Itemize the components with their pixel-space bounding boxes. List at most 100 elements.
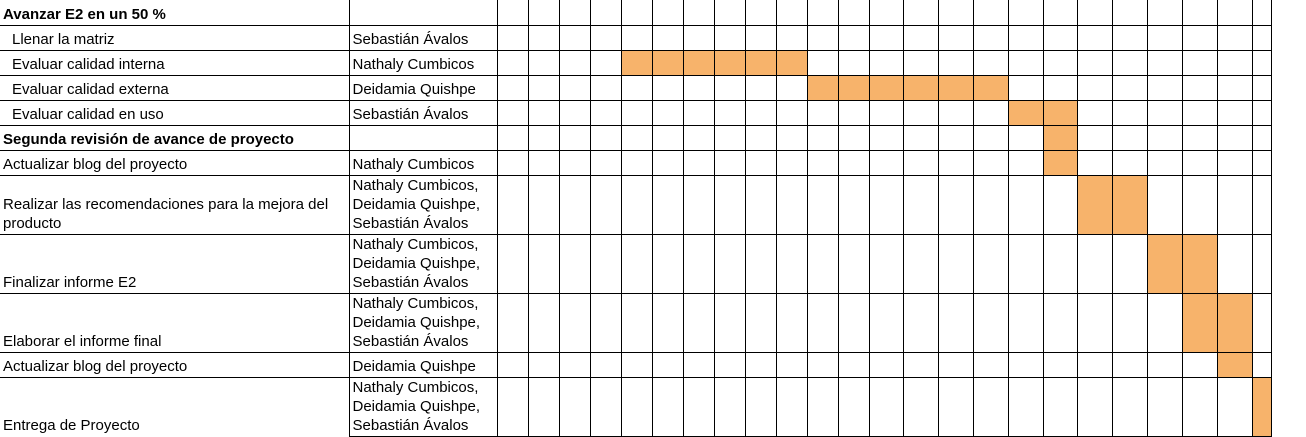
gantt-day-cell[interactable] bbox=[527, 149, 560, 176]
gantt-day-cell[interactable] bbox=[1076, 99, 1113, 126]
gantt-day-cell[interactable] bbox=[972, 0, 1009, 26]
responsible-cell[interactable]: Sebastián Ávalos bbox=[348, 99, 498, 126]
gantt-day-cell[interactable] bbox=[1181, 174, 1218, 235]
gantt-day-cell[interactable] bbox=[744, 0, 777, 26]
gantt-bar-cell[interactable] bbox=[902, 74, 939, 101]
gantt-day-cell[interactable] bbox=[1251, 174, 1272, 235]
gantt-day-cell[interactable] bbox=[1111, 351, 1148, 378]
gantt-day-cell[interactable] bbox=[713, 174, 746, 235]
gantt-day-cell[interactable] bbox=[806, 376, 839, 437]
gantt-day-cell[interactable] bbox=[868, 351, 904, 378]
gantt-day-cell[interactable] bbox=[1146, 99, 1183, 126]
gantt-day-cell[interactable] bbox=[558, 149, 591, 176]
gantt-day-cell[interactable] bbox=[1181, 376, 1218, 437]
gantt-day-cell[interactable] bbox=[682, 174, 715, 235]
gantt-day-cell[interactable] bbox=[496, 74, 529, 101]
gantt-bar-cell[interactable] bbox=[1007, 99, 1044, 126]
gantt-day-cell[interactable] bbox=[806, 149, 839, 176]
gantt-day-cell[interactable] bbox=[651, 99, 684, 126]
gantt-day-cell[interactable] bbox=[902, 376, 939, 437]
gantt-day-cell[interactable] bbox=[589, 292, 622, 353]
gantt-day-cell[interactable] bbox=[682, 233, 715, 294]
responsible-cell[interactable]: Deidamia Quishpe bbox=[348, 74, 498, 101]
gantt-day-cell[interactable] bbox=[1042, 174, 1078, 235]
gantt-day-cell[interactable] bbox=[1216, 74, 1253, 101]
gantt-day-cell[interactable] bbox=[620, 351, 653, 378]
gantt-day-cell[interactable] bbox=[1216, 174, 1253, 235]
gantt-day-cell[interactable] bbox=[651, 351, 684, 378]
task-name-cell[interactable]: Realizar las recomendaciones para la mej… bbox=[0, 174, 349, 234]
gantt-day-cell[interactable] bbox=[837, 49, 870, 76]
gantt-day-cell[interactable] bbox=[620, 99, 653, 126]
gantt-day-cell[interactable] bbox=[527, 49, 560, 76]
gantt-day-cell[interactable] bbox=[1111, 124, 1148, 151]
gantt-day-cell[interactable] bbox=[937, 149, 974, 176]
gantt-bar-cell[interactable] bbox=[1042, 99, 1078, 126]
gantt-day-cell[interactable] bbox=[744, 124, 777, 151]
gantt-day-cell[interactable] bbox=[937, 0, 974, 26]
gantt-day-cell[interactable] bbox=[837, 149, 870, 176]
gantt-day-cell[interactable] bbox=[496, 292, 529, 353]
gantt-day-cell[interactable] bbox=[1007, 0, 1044, 26]
gantt-day-cell[interactable] bbox=[1111, 376, 1148, 437]
gantt-bar-cell[interactable] bbox=[1076, 174, 1113, 235]
gantt-day-cell[interactable] bbox=[972, 49, 1009, 76]
gantt-bar-cell[interactable] bbox=[1042, 149, 1078, 176]
gantt-day-cell[interactable] bbox=[902, 149, 939, 176]
gantt-day-cell[interactable] bbox=[1251, 124, 1272, 151]
gantt-day-cell[interactable] bbox=[902, 174, 939, 235]
gantt-day-cell[interactable] bbox=[868, 99, 904, 126]
gantt-day-cell[interactable] bbox=[589, 99, 622, 126]
gantt-day-cell[interactable] bbox=[744, 376, 777, 437]
gantt-day-cell[interactable] bbox=[682, 99, 715, 126]
gantt-day-cell[interactable] bbox=[1216, 124, 1253, 151]
gantt-day-cell[interactable] bbox=[1146, 74, 1183, 101]
gantt-day-cell[interactable] bbox=[1251, 149, 1272, 176]
gantt-day-cell[interactable] bbox=[496, 149, 529, 176]
gantt-day-cell[interactable] bbox=[1007, 74, 1044, 101]
gantt-bar-cell[interactable] bbox=[1216, 292, 1253, 353]
gantt-day-cell[interactable] bbox=[682, 0, 715, 26]
responsible-cell[interactable]: Nathaly Cumbicos, Deidamia Quishpe, Sebast… bbox=[348, 376, 498, 437]
gantt-day-cell[interactable] bbox=[496, 99, 529, 126]
gantt-day-cell[interactable] bbox=[620, 24, 653, 51]
task-name-cell[interactable]: Actualizar blog del proyecto bbox=[0, 351, 349, 377]
gantt-day-cell[interactable] bbox=[651, 124, 684, 151]
gantt-day-cell[interactable] bbox=[1181, 74, 1218, 101]
gantt-day-cell[interactable] bbox=[972, 292, 1009, 353]
gantt-day-cell[interactable] bbox=[1146, 49, 1183, 76]
gantt-day-cell[interactable] bbox=[1146, 0, 1183, 26]
gantt-day-cell[interactable] bbox=[902, 233, 939, 294]
gantt-bar-cell[interactable] bbox=[1111, 174, 1148, 235]
gantt-day-cell[interactable] bbox=[713, 376, 746, 437]
gantt-day-cell[interactable] bbox=[937, 351, 974, 378]
gantt-day-cell[interactable] bbox=[1216, 376, 1253, 437]
gantt-day-cell[interactable] bbox=[496, 124, 529, 151]
gantt-day-cell[interactable] bbox=[620, 74, 653, 101]
gantt-day-cell[interactable] bbox=[972, 124, 1009, 151]
gantt-day-cell[interactable] bbox=[682, 24, 715, 51]
gantt-day-cell[interactable] bbox=[775, 149, 808, 176]
responsible-cell[interactable]: Nathaly Cumbicos, Deidamia Quishpe, Sebast… bbox=[348, 233, 498, 294]
gantt-day-cell[interactable] bbox=[775, 74, 808, 101]
gantt-day-cell[interactable] bbox=[1042, 24, 1078, 51]
gantt-bar-cell[interactable] bbox=[651, 49, 684, 76]
gantt-day-cell[interactable] bbox=[972, 351, 1009, 378]
responsible-cell[interactable]: Nathaly Cumbicos bbox=[348, 149, 498, 176]
gantt-day-cell[interactable] bbox=[1181, 24, 1218, 51]
gantt-day-cell[interactable] bbox=[1042, 0, 1078, 26]
gantt-day-cell[interactable] bbox=[651, 233, 684, 294]
gantt-day-cell[interactable] bbox=[558, 99, 591, 126]
gantt-day-cell[interactable] bbox=[806, 124, 839, 151]
gantt-day-cell[interactable] bbox=[1076, 0, 1113, 26]
gantt-day-cell[interactable] bbox=[558, 49, 591, 76]
gantt-day-cell[interactable] bbox=[589, 49, 622, 76]
gantt-day-cell[interactable] bbox=[1007, 49, 1044, 76]
gantt-day-cell[interactable] bbox=[713, 292, 746, 353]
gantt-day-cell[interactable] bbox=[1042, 74, 1078, 101]
gantt-day-cell[interactable] bbox=[1007, 124, 1044, 151]
gantt-bar-cell[interactable] bbox=[1181, 292, 1218, 353]
gantt-day-cell[interactable] bbox=[713, 233, 746, 294]
gantt-day-cell[interactable] bbox=[1111, 49, 1148, 76]
gantt-day-cell[interactable] bbox=[713, 124, 746, 151]
